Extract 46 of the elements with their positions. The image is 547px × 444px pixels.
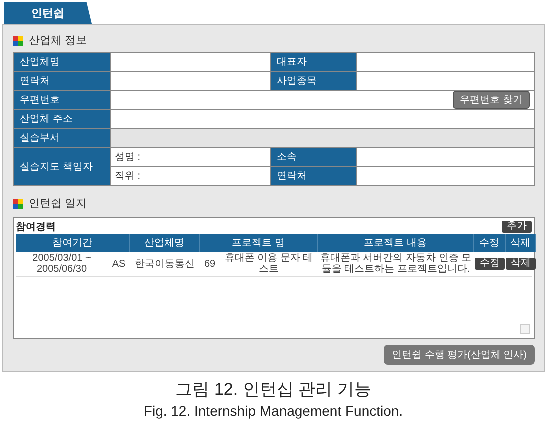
delete-button[interactable]: 삭제 — [506, 258, 536, 270]
section-title: 인턴쉽 일지 — [29, 197, 88, 211]
field-label: 연락처 — [14, 72, 110, 90]
field-label: 산업체 주소 — [14, 110, 110, 128]
resize-handle-icon[interactable] — [520, 324, 530, 334]
table-cell-text: 2005/03/01 ~ 2005/06/30 — [32, 253, 92, 275]
figure-caption: 그림 12. 인턴십 관리 기능 — [174, 379, 372, 401]
field-label: 우편번호 — [14, 91, 110, 109]
column-header: 삭제 — [506, 234, 536, 252]
column-header: 프로젝트 명 — [200, 234, 318, 252]
field-label: 연락처 — [271, 167, 356, 185]
column-header: 수정 — [474, 234, 506, 252]
input-field[interactable] — [357, 53, 534, 71]
input-field[interactable] — [111, 110, 534, 128]
edit-button[interactable]: 수정 — [475, 258, 505, 270]
input-field[interactable] — [357, 72, 534, 90]
section-icon — [13, 198, 23, 208]
column-header: 산업체명 — [130, 234, 200, 252]
field-label: 실습지도 책임자 — [14, 148, 110, 185]
figure-caption: Fig. 12. Internship Management Function. — [142, 403, 404, 419]
add-button[interactable]: 추가 — [502, 221, 532, 233]
table-cell-text: 69 — [203, 258, 217, 270]
table-cell-text: 휴대폰과 서버간의 자동차 인증 모듈을 테스트하는 프로젝트입니다. — [319, 253, 473, 275]
field-label: 사업종목 — [271, 72, 356, 90]
postcode-search-button[interactable]: 우편번호 찾기 — [453, 91, 530, 109]
input-field[interactable] — [357, 167, 534, 185]
input-field[interactable]: 성명 : — [111, 148, 270, 166]
table-cell-text: AS — [111, 258, 127, 270]
field-label: 산업체명 — [14, 53, 110, 71]
tab[interactable]: 인턴쉽 — [4, 2, 92, 24]
input-field[interactable] — [357, 148, 534, 166]
input-field[interactable]: 우편번호 찾기 — [111, 91, 534, 109]
table-cell-text: 휴대폰 이용 문자 테스트 — [224, 253, 314, 275]
field-label: 대표자 — [271, 53, 356, 71]
section-title: 산업체 정보 — [29, 34, 88, 48]
table-cell-text: 한국이동통신 — [134, 258, 196, 270]
evaluation-button[interactable]: 인턴쉽 수행 평가(산업체 인사) — [384, 345, 535, 365]
field-label: 소속 — [271, 148, 356, 166]
list-title: 참여경력 — [16, 221, 56, 234]
input-field[interactable] — [111, 72, 270, 90]
column-header: 참여기간 — [16, 234, 130, 252]
field-label: 실습부서 — [14, 129, 110, 147]
section-icon — [13, 36, 23, 46]
input-field[interactable] — [111, 53, 270, 71]
input-field[interactable]: 직위 : — [111, 167, 270, 185]
column-header: 프로젝트 내용 — [318, 234, 474, 252]
